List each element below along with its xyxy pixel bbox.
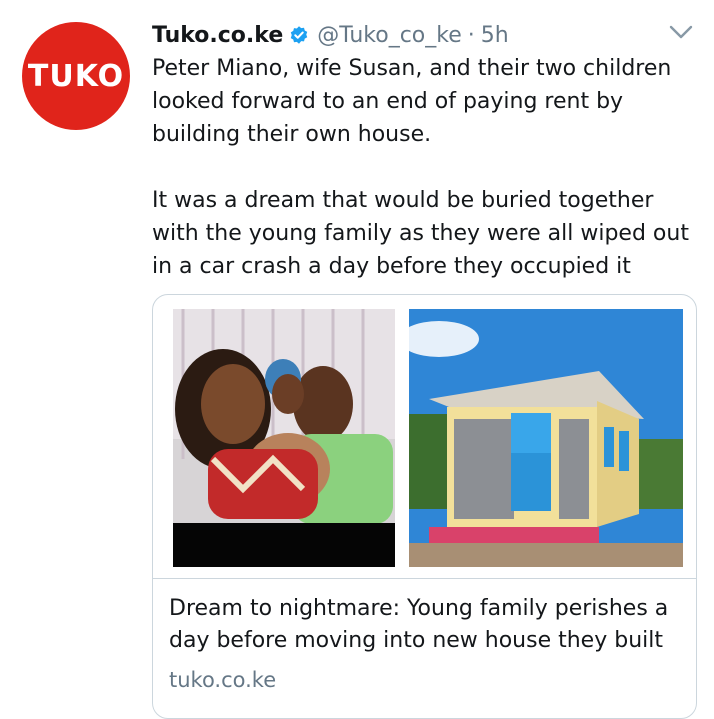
account-name[interactable]: Tuko.co.ke (152, 23, 283, 48)
house-photo (409, 309, 683, 567)
tweet-time[interactable]: 5h (481, 23, 509, 48)
link-card[interactable]: Dream to nightmare: Young family perishe… (152, 294, 697, 719)
avatar-logo-text: TUKO (27, 58, 125, 94)
card-title[interactable]: Dream to nightmare: Young family perishe… (169, 593, 684, 657)
verified-badge-icon (291, 26, 308, 44)
account-handle[interactable]: @Tuko_co_ke (317, 23, 462, 48)
avatar[interactable]: TUKO (22, 22, 130, 130)
family-photo (173, 309, 395, 567)
card-domain[interactable]: tuko.co.ke (169, 668, 276, 692)
tweet-paragraph-1: Peter Miano, wife Susan, and their two c… (152, 56, 672, 147)
separator-dot: · (467, 22, 475, 48)
card-divider (153, 578, 696, 579)
tweet-text: Peter Miano, wife Susan, and their two c… (152, 52, 697, 283)
chevron-down-icon[interactable] (668, 22, 694, 42)
tweet-header: Tuko.co.ke @Tuko_co_ke · 5h (152, 18, 694, 52)
tweet-paragraph-2: It was a dream that would be buried toge… (152, 188, 689, 279)
